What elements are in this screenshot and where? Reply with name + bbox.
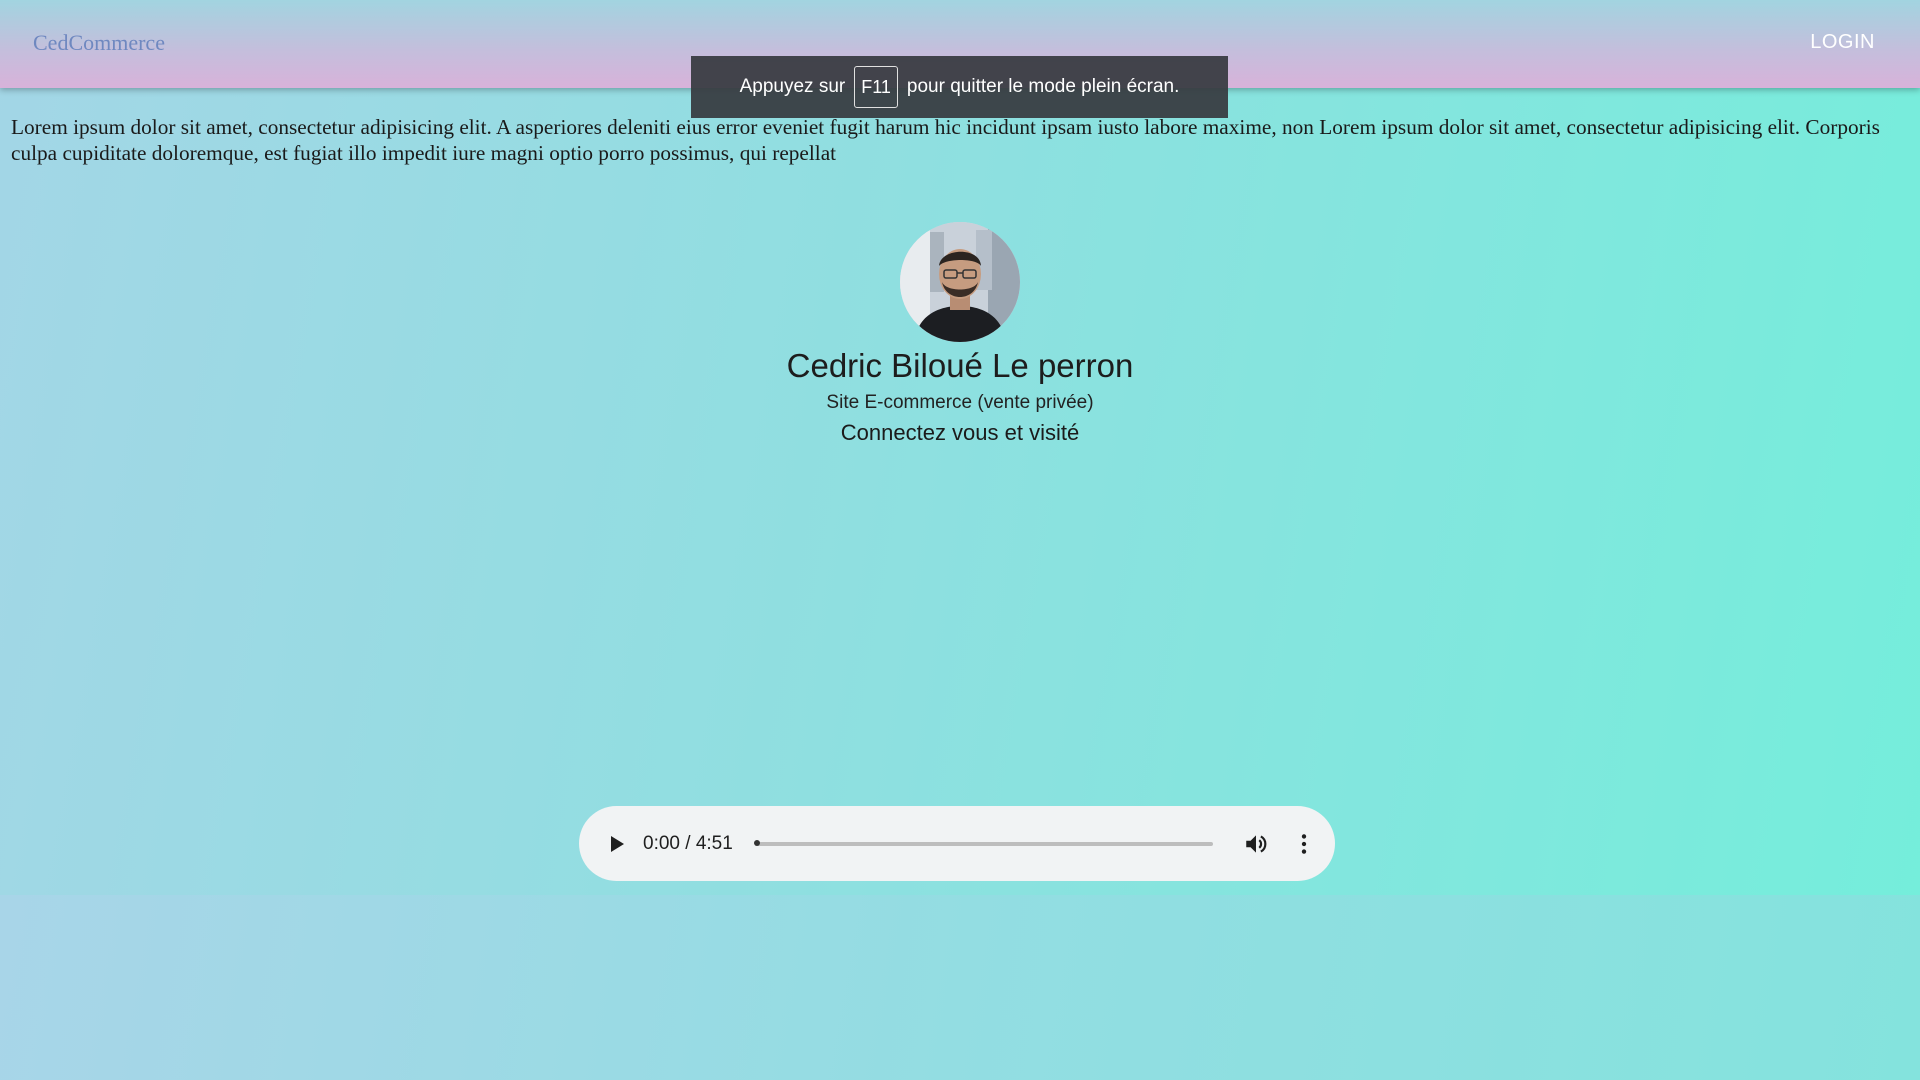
intro-paragraph: Lorem ipsum dolor sit amet, consectetur … (11, 115, 1880, 165)
profile-section: Cedric Biloué Le perron Site E-commerce … (0, 222, 1920, 446)
fullscreen-notice: Appuyez sur F11 pour quitter le mode ple… (691, 56, 1228, 118)
avatar-photo-icon (900, 222, 1020, 342)
audio-seek-bar[interactable] (754, 840, 1213, 846)
profile-avatar (900, 222, 1020, 342)
login-button[interactable]: LOGIN (1810, 31, 1875, 54)
profile-cta-text: Connectez vous et visité (840, 420, 1080, 445)
f11-key-badge: F11 (854, 66, 898, 108)
profile-subtitle: Site E-commerce (vente privée) (826, 392, 1094, 413)
page-background-band (0, 895, 1920, 1080)
fullscreen-notice-prefix: Appuyez sur (739, 76, 846, 97)
profile-name: Cedric Biloué Le perron (786, 347, 1134, 384)
fullscreen-notice-suffix: pour quitter le mode plein écran. (906, 76, 1180, 97)
play-icon[interactable] (606, 833, 628, 855)
audio-player: 0:00 / 4:51 (579, 806, 1335, 881)
audio-seek-thumb[interactable] (754, 840, 760, 846)
more-options-icon[interactable] (1291, 831, 1317, 857)
audio-time-display: 0:00 / 4:51 (643, 833, 733, 854)
brand-logo-text[interactable]: CedCommerce (33, 30, 165, 56)
volume-icon[interactable] (1243, 831, 1269, 857)
